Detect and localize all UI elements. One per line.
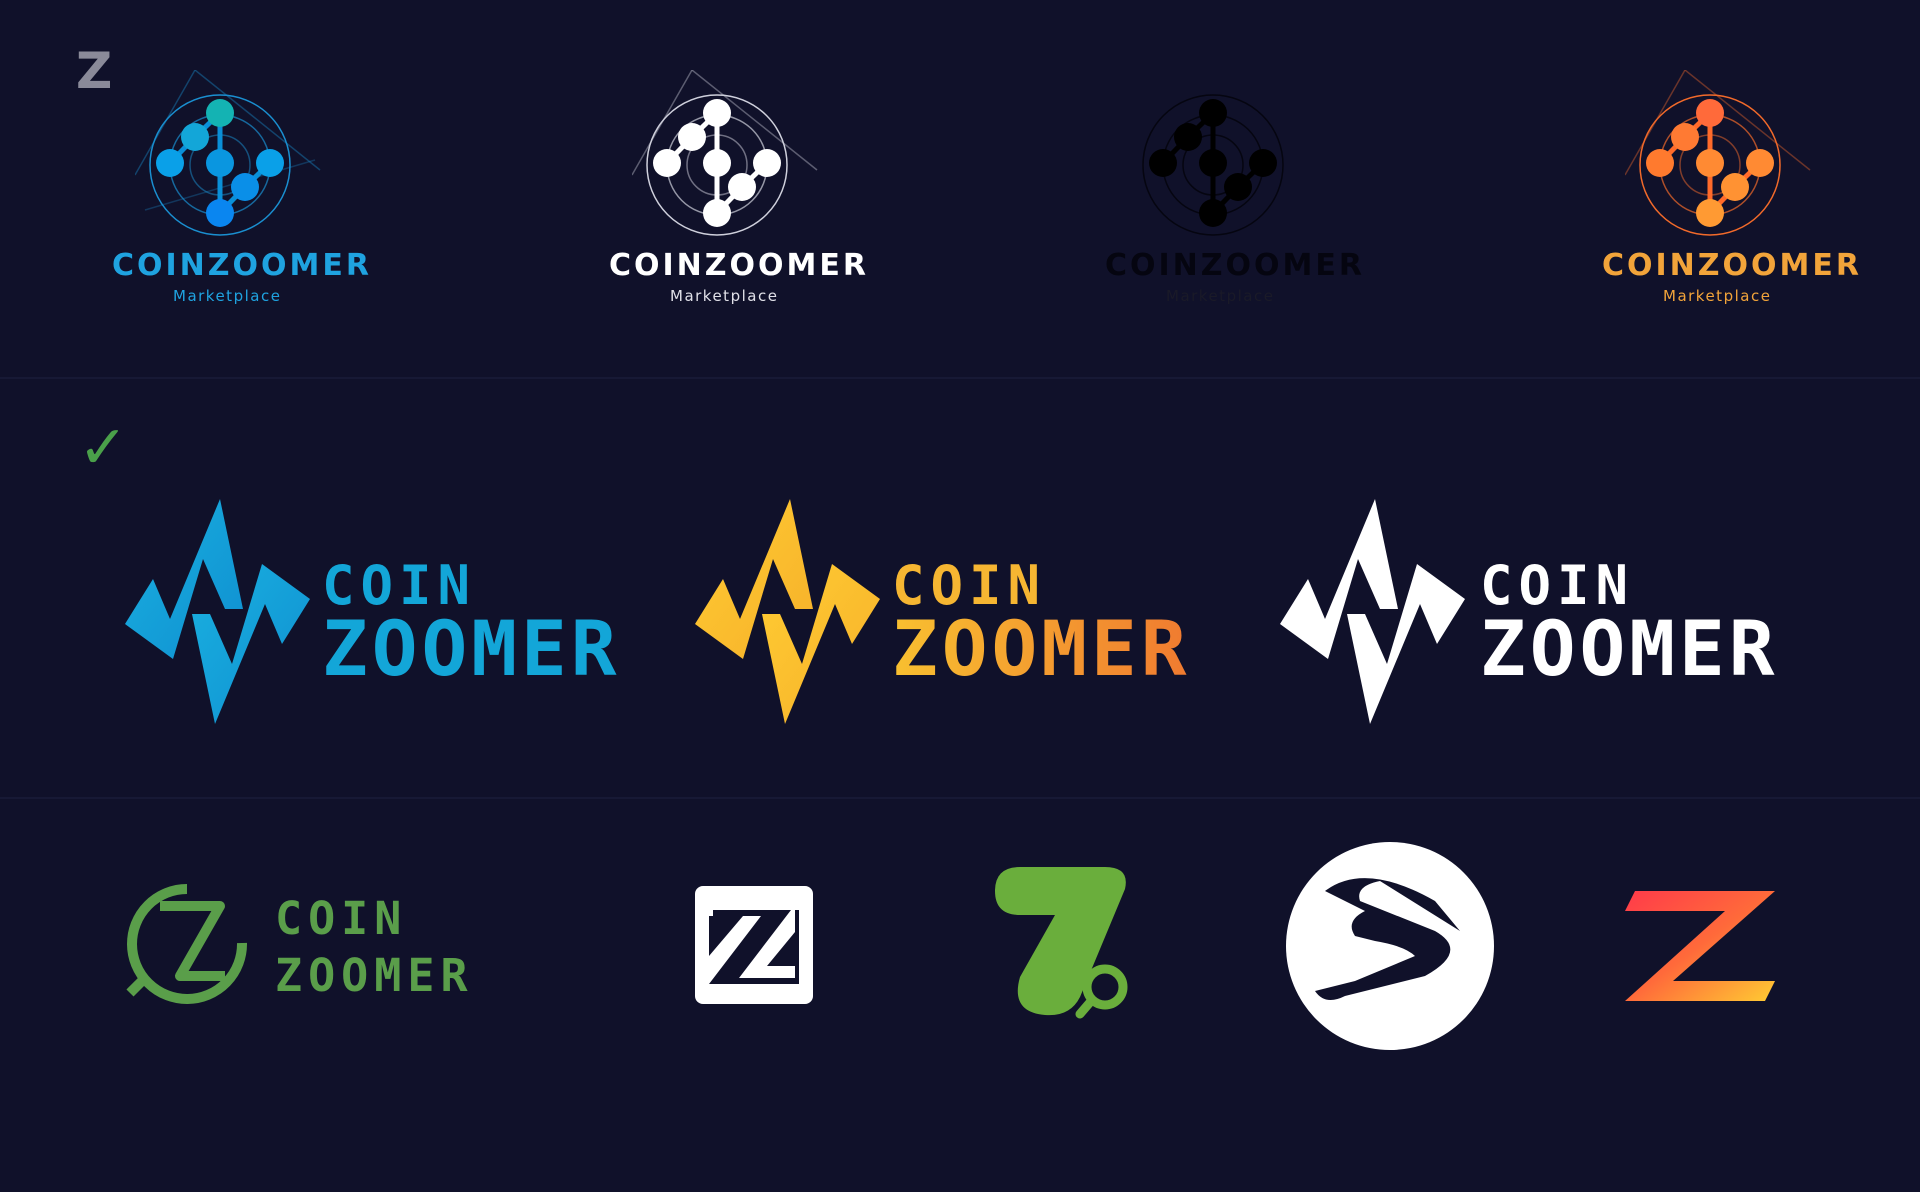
zigzag-logo-yellow [695, 499, 880, 724]
zigzag-mark-icon [125, 499, 310, 724]
wordmark-zoomer: ZOOMER [322, 604, 621, 693]
gradient-z-icon [1625, 891, 1775, 1001]
network-logo-blue [135, 70, 325, 240]
network-logo-black [1128, 70, 1318, 240]
logo-row-network: Z COINZOOMER Marketplace COINZOOMER Mark… [0, 0, 1920, 377]
network-emblem-icon [1625, 70, 1811, 236]
loop-z-logo [125, 881, 250, 1006]
seven-search-logo [995, 867, 1135, 1027]
logo-row-icons: COIN ZOOMER [0, 799, 1920, 1192]
z-block-logo [695, 886, 813, 1004]
brand-name: COINZOOMER [1602, 248, 1862, 283]
wordmark-blue: COIN ZOOMER [322, 559, 621, 687]
row-marker-check: ✓ [78, 413, 129, 483]
brand-name: COINZOOMER [1105, 248, 1365, 283]
wordmark-coin: COIN [275, 892, 408, 945]
swirl-circle-logo [1285, 841, 1495, 1051]
brand-subtitle: Marketplace [173, 287, 282, 305]
gradient-z-logo [1625, 891, 1775, 1001]
swirl-circle-icon [1286, 842, 1494, 1050]
wordmark-zoomer: ZOOMER [275, 949, 474, 1002]
brand-subtitle: Marketplace [670, 287, 779, 305]
zigzag-mark-icon [1280, 499, 1465, 724]
network-logo-orange [1625, 70, 1815, 240]
seven-magnifier-icon [995, 867, 1128, 1019]
loop-z-icon [126, 884, 248, 1004]
zigzag-mark-icon [695, 499, 880, 724]
wordmark-zoomer: ZOOMER [892, 604, 1191, 693]
wordmark-yellow: COIN ZOOMER [892, 559, 1191, 687]
zigzag-logo-white [1280, 499, 1465, 724]
brand-name: COINZOOMER [112, 248, 372, 283]
brand-name: COINZOOMER [609, 248, 869, 283]
row-marker-z: Z [76, 42, 113, 100]
brand-subtitle: Marketplace [1663, 287, 1772, 305]
wordmark-zoomer: ZOOMER [1480, 604, 1779, 693]
wordmark-green: COIN ZOOMER [275, 896, 474, 998]
network-emblem-icon [135, 70, 321, 236]
logo-row-zigzag: ✓ COIN ZOOMER COIN ZOOMER COIN ZOOMER [0, 379, 1920, 797]
brand-subtitle: Marketplace [1166, 287, 1275, 305]
z-block-icon [695, 886, 813, 1004]
network-emblem-icon [632, 70, 818, 236]
network-emblem-icon [1142, 94, 1284, 236]
wordmark-white: COIN ZOOMER [1480, 559, 1779, 687]
zigzag-logo-blue [125, 499, 310, 724]
network-logo-white [632, 70, 822, 240]
